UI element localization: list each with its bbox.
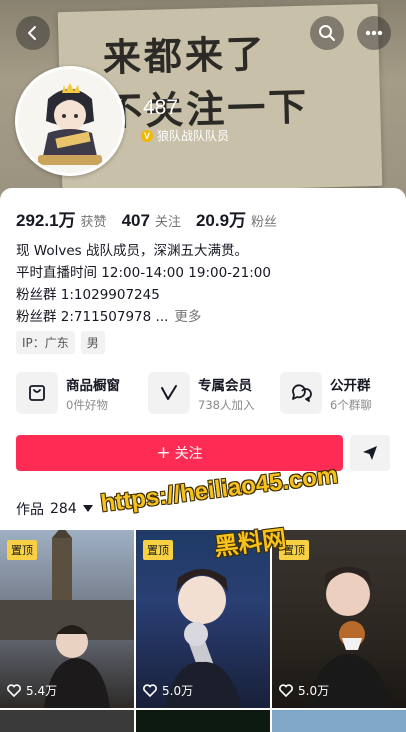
video-thumbnail[interactable] [272,710,406,732]
heart-icon [7,684,21,697]
nickname: 487 [143,96,179,119]
bio-more-link[interactable]: 更多 [174,309,201,325]
triangle-down-icon [82,505,93,512]
poster-line-1: 来都来了 [102,31,268,81]
follow-label: 关注 [174,446,203,462]
member-v-icon [148,372,190,414]
bio-line: 平时直播时间 12:00-14:00 19:00-21:00 [16,265,271,281]
feature-group-chat[interactable]: 公开群 6个群聊 [280,372,396,414]
avatar-image [18,69,122,173]
video-grid: 置顶 5.4万 置顶 5.0万 置顶 5.0万 [0,530,406,708]
feature-title: 专属会员 [198,377,252,394]
chevron-left-icon [28,26,36,40]
verify-row: V 狼队战队队员 [141,127,229,144]
stat-label: 粉丝 [251,215,278,230]
more-button[interactable] [357,16,391,50]
works-count: 284 [50,501,77,517]
stat-likes[interactable]: 292.1万 获赞 [16,206,107,231]
tag-ip: IP：广东 [16,331,75,354]
video-thumbnail[interactable]: 置顶 5.0万 [272,530,406,708]
more-dots-icon [365,30,383,36]
heart-icon [143,684,157,697]
verified-badge-icon: V [141,129,153,142]
tag-gender: 男 [80,331,105,354]
follow-button[interactable]: + 关注 [16,435,343,471]
stat-label: 关注 [154,215,181,230]
feature-shop-window[interactable]: 商品橱窗 0件好物 [16,372,132,414]
video-thumbnail[interactable] [0,710,134,732]
stat-label: 获赞 [80,215,107,230]
video-thumbnail[interactable]: 置顶 5.4万 [0,530,134,708]
search-button[interactable] [310,16,344,50]
stat-number: 407 [121,211,150,230]
video-grid-next-row [0,710,406,732]
feature-subtitle: 738人加入 [198,397,255,412]
likes-count: 5.4万 [26,684,58,698]
video-likes: 5.0万 [143,682,193,699]
heart-icon [279,684,293,697]
feature-subtitle: 0件好物 [66,397,108,412]
chat-group-icon [280,372,322,414]
plus-icon: + [156,443,171,463]
bio-line-last: 粉丝群 2:711507978 ... 更多 [16,306,396,328]
bio-line: 粉丝群 1:1029907245 [16,287,160,303]
shop-window-icon [16,372,58,414]
verify-text: 狼队战队队员 [157,129,230,143]
stat-number: 292.1万 [16,211,76,230]
avatar[interactable] [15,66,125,176]
search-icon [319,25,335,41]
bio-line: 现 Wolves 战队成员，深渊五大满贯。 [16,243,248,259]
likes-count: 5.0万 [298,684,330,698]
likes-count: 5.0万 [162,684,194,698]
feature-title: 公开群 [330,377,371,394]
stat-following[interactable]: 407 关注 [122,211,181,231]
feature-subtitle: 6个群聊 [330,397,372,412]
tags-row: IP：广东 男 [16,331,105,354]
share-button[interactable] [350,435,390,471]
feature-title: 商品橱窗 [66,377,120,394]
video-thumbnail[interactable] [136,710,270,732]
send-icon [363,446,377,460]
pinned-badge: 置顶 [143,540,173,560]
feature-member[interactable]: 专属会员 738人加入 [148,372,264,414]
features-row: 商品橱窗 0件好物 专属会员 738人加入 公开群 6个群聊 [16,372,396,414]
back-button[interactable] [16,16,50,50]
stat-followers[interactable]: 20.9万 粉丝 [196,206,277,231]
stat-number: 20.9万 [195,211,247,230]
works-label: 作品 [16,502,44,518]
video-likes: 5.4万 [7,682,57,699]
stats-row: 292.1万 获赞 407 关注 20.9万 粉丝 [16,206,292,231]
video-likes: 5.0万 [279,682,329,699]
bio: 现 Wolves 战队成员，深渊五大满贯。 平时直播时间 12:00-14:00… [16,240,396,328]
bio-line: 粉丝群 2:711507978 ... [16,309,169,325]
pinned-badge: 置顶 [7,540,37,560]
works-tab[interactable]: 作品 284 [16,499,93,519]
